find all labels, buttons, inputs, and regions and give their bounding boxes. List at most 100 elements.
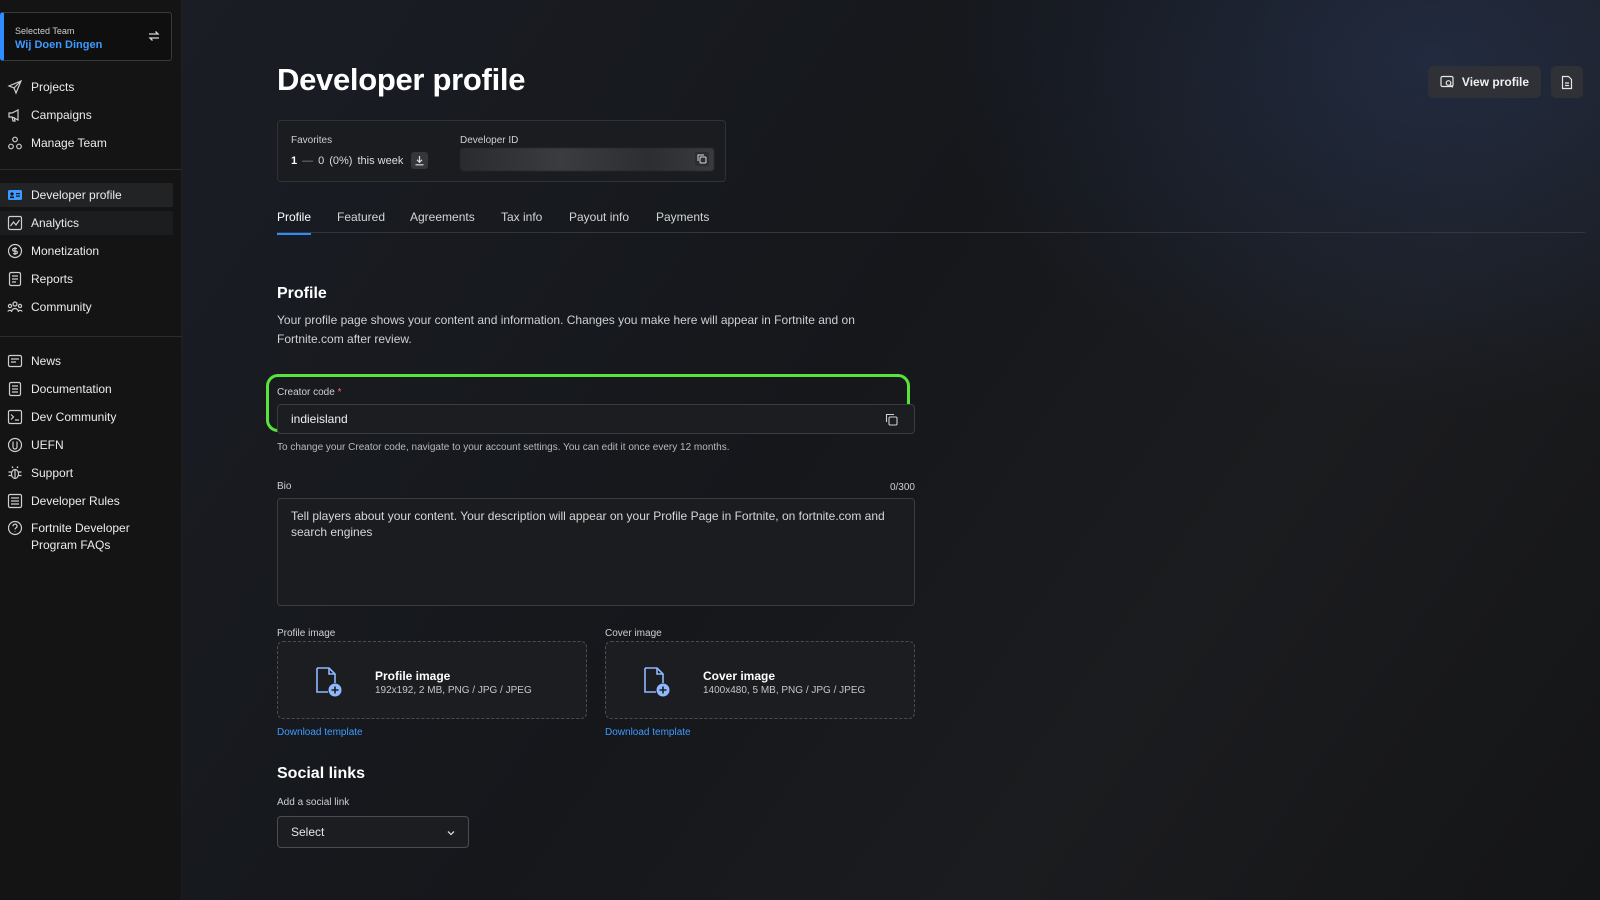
sidebar-item-label: Reports bbox=[31, 272, 74, 286]
copy-icon bbox=[697, 154, 707, 164]
developer-id-redacted bbox=[460, 148, 714, 171]
favorites-change: 0 bbox=[318, 154, 325, 167]
sidebar-item-label: Developer Rules bbox=[31, 494, 120, 508]
page-title: Developer profile bbox=[277, 62, 526, 97]
sidebar-item-label: Monetization bbox=[31, 244, 100, 258]
view-profile-label: View profile bbox=[1461, 75, 1530, 89]
profile-section-title: Profile bbox=[277, 285, 327, 302]
document-button[interactable] bbox=[1551, 66, 1583, 98]
sidebar-item-analytics[interactable]: Analytics bbox=[0, 211, 173, 235]
sidebar-divider bbox=[0, 336, 182, 337]
sidebar-item-support[interactable]: Support bbox=[0, 461, 173, 485]
team-icon bbox=[8, 136, 22, 150]
favorites-row: 1 — 0 (0%) this week bbox=[291, 152, 429, 169]
favorites-count: 1 bbox=[291, 154, 298, 167]
sidebar-item-developer-rules[interactable]: Developer Rules bbox=[0, 489, 173, 513]
sidebar-item-label: Community bbox=[31, 300, 92, 314]
sidebar-item-label: Developer profile bbox=[31, 188, 122, 202]
sidebar-item-developer-profile[interactable]: Developer profile bbox=[0, 183, 173, 207]
sidebar-item-campaigns[interactable]: Campaigns bbox=[0, 103, 173, 127]
stats-card: Favorites 1 — 0 (0%) this week Developer… bbox=[277, 120, 726, 182]
sidebar-item-label: Projects bbox=[31, 80, 75, 94]
profile-description: Your profile page shows your content and… bbox=[277, 313, 855, 346]
sidebar-item-label: Manage Team bbox=[31, 136, 107, 150]
sidebar-item-monetization[interactable]: Monetization bbox=[0, 239, 173, 263]
sidebar-item-reports[interactable]: Reports bbox=[0, 267, 173, 291]
copy-icon[interactable] bbox=[885, 413, 898, 426]
profile-download-template-link[interactable]: Download template bbox=[277, 727, 363, 738]
add-file-icon bbox=[316, 667, 342, 697]
social-link-select-value: Select bbox=[291, 825, 325, 839]
bio-counter: 0/300 bbox=[889, 482, 915, 493]
dollar-icon bbox=[7, 243, 23, 259]
add-social-link-label: Add a social link bbox=[277, 797, 350, 808]
view-profile-icon bbox=[1440, 75, 1454, 88]
social-links-title: Social links bbox=[277, 765, 366, 782]
add-file-icon bbox=[644, 667, 670, 697]
bio-textarea[interactable]: Tell players about your content. Your de… bbox=[277, 498, 915, 606]
sidebar-item-label: Documentation bbox=[31, 382, 112, 396]
profile-image-spec: 192x192, 2 MB, PNG / JPG / JPEG bbox=[375, 685, 532, 696]
chevron-down-icon bbox=[447, 831, 455, 836]
required-marker: * bbox=[337, 387, 342, 398]
download-icon bbox=[415, 156, 424, 166]
favorites-period: this week bbox=[357, 154, 404, 167]
document-icon bbox=[8, 381, 22, 397]
profile-image-title: Profile image bbox=[375, 669, 451, 683]
sidebar-item-manage-team[interactable]: Manage Team bbox=[0, 131, 173, 155]
megaphone-icon bbox=[8, 109, 19, 122]
sidebar-item-uefn[interactable]: UEFN bbox=[0, 433, 173, 457]
creator-code-value: indieisland bbox=[291, 412, 348, 426]
main-content: Developer profile View profile Favorites… bbox=[182, 0, 1600, 900]
team-name: Wij Doen Dingen bbox=[15, 39, 103, 51]
unreal-icon bbox=[7, 437, 23, 453]
sidebar-item-community[interactable]: Community bbox=[0, 295, 173, 319]
report-icon bbox=[8, 271, 22, 287]
profile-image-label: Profile image bbox=[277, 628, 336, 639]
bug-icon bbox=[8, 466, 22, 480]
bio-label: Bio bbox=[277, 481, 292, 492]
tab-divider bbox=[277, 232, 1585, 233]
sidebar-divider bbox=[0, 169, 182, 170]
news-icon bbox=[7, 354, 23, 368]
team-selector[interactable]: Selected Team Wij Doen Dingen bbox=[0, 12, 172, 61]
profile-image-upload[interactable]: Profile image 192x192, 2 MB, PNG / JPG /… bbox=[277, 641, 587, 719]
sidebar-item-label: Dev Community bbox=[31, 410, 117, 424]
cover-image-upload[interactable]: Cover image 1400x480, 5 MB, PNG / JPG / … bbox=[605, 641, 915, 719]
sidebar-item-news[interactable]: News bbox=[0, 349, 173, 373]
creator-code-label: Creator code * bbox=[277, 387, 342, 398]
community-icon bbox=[7, 301, 23, 313]
question-icon bbox=[7, 520, 23, 536]
send-icon bbox=[7, 79, 23, 95]
document-icon bbox=[1561, 75, 1573, 89]
sidebar: Selected Team Wij Doen Dingen Projects C… bbox=[0, 0, 182, 900]
sidebar-item-projects[interactable]: Projects bbox=[0, 75, 173, 99]
cover-image-title: Cover image bbox=[703, 669, 776, 683]
sidebar-item-label: Support bbox=[31, 466, 74, 480]
view-profile-button[interactable]: View profile bbox=[1428, 66, 1541, 98]
cover-image-label: Cover image bbox=[605, 628, 662, 639]
cover-image-spec: 1400x480, 5 MB, PNG / JPG / JPEG bbox=[703, 685, 866, 696]
sidebar-item-label: Fortnite Developer Program FAQs bbox=[31, 521, 130, 552]
sidebar-item-dev-community[interactable]: Dev Community bbox=[0, 405, 173, 429]
rules-icon bbox=[7, 493, 23, 509]
sidebar-item-label: Analytics bbox=[31, 216, 80, 230]
sidebar-item-label: News bbox=[31, 354, 62, 368]
download-button[interactable] bbox=[411, 152, 429, 169]
social-link-select[interactable]: Select bbox=[277, 816, 469, 848]
terminal-icon bbox=[7, 409, 23, 425]
sidebar-item-label: UEFN bbox=[31, 438, 64, 452]
creator-code-hint: To change your Creator code, navigate to… bbox=[277, 442, 730, 453]
sidebar-item-documentation[interactable]: Documentation bbox=[0, 377, 173, 401]
swap-icon[interactable] bbox=[147, 29, 161, 43]
creator-code-label-text: Creator code bbox=[277, 387, 335, 398]
copy-developer-id-button[interactable] bbox=[695, 152, 709, 166]
profile-card-icon bbox=[8, 190, 22, 200]
creator-code-field[interactable]: indieisland bbox=[277, 404, 915, 434]
cover-download-template-link[interactable]: Download template bbox=[605, 727, 691, 738]
sidebar-item-label: Campaigns bbox=[31, 108, 92, 122]
favorites-separator: — bbox=[302, 154, 314, 167]
team-caption: Selected Team bbox=[15, 26, 75, 36]
analytics-icon bbox=[7, 215, 23, 231]
sidebar-item-faqs[interactable]: Fortnite Developer Program FAQs bbox=[0, 517, 173, 555]
